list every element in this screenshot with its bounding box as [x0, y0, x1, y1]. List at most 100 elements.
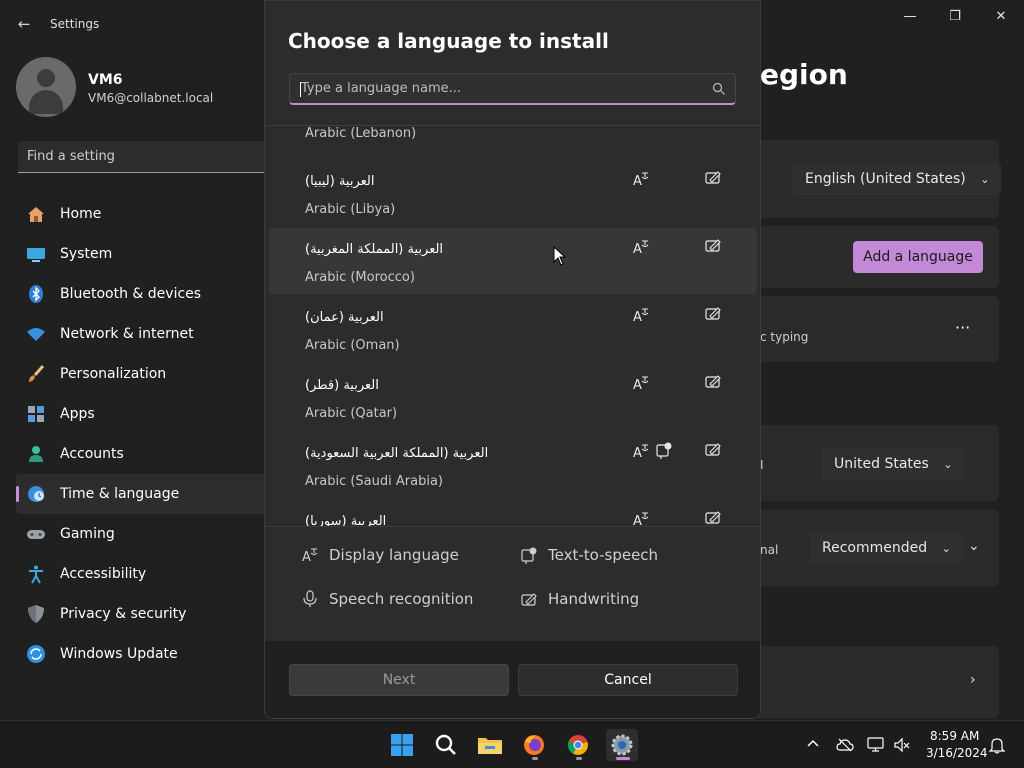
language-native-name: العربية (سوريا): [305, 514, 387, 526]
sidebar-item-windows-update[interactable]: Windows Update: [16, 634, 266, 674]
windows-start-icon[interactable]: [386, 729, 418, 761]
microphone-icon: [303, 590, 317, 607]
chevron-right-icon: ›: [970, 672, 976, 688]
sidebar-item-label: Privacy & security: [60, 606, 187, 622]
sidebar-item-time-language[interactable]: Time & language: [16, 474, 266, 514]
sidebar-item-network[interactable]: Network & internet: [16, 314, 266, 354]
display-language-icon: A: [633, 512, 649, 526]
sidebar-item-label: Home: [60, 206, 102, 222]
select-value: United States: [834, 456, 929, 472]
sidebar-item-label: Apps: [60, 406, 95, 422]
next-button[interactable]: Next: [289, 664, 509, 696]
list-item[interactable]: العربية (عمان) Arabic (Oman) A: [269, 296, 757, 362]
language-native-name: العربية (ليبيا): [305, 174, 375, 189]
user-name: VM6: [88, 72, 123, 88]
shield-icon: [26, 604, 46, 624]
sidebar-item-accounts[interactable]: Accounts: [16, 434, 266, 474]
legend-label: Speech recognition: [329, 590, 474, 608]
dialog-title: Choose a language to install: [288, 29, 609, 53]
sidebar-item-label: System: [60, 246, 113, 262]
sidebar-item-gaming[interactable]: Gaming: [16, 514, 266, 554]
cancel-button[interactable]: Cancel: [518, 664, 738, 696]
chevron-up-icon[interactable]: [805, 736, 823, 754]
more-options-button[interactable]: ···: [955, 318, 970, 337]
person-icon: [26, 444, 46, 464]
language-english-name: Arabic (Oman): [305, 338, 400, 353]
language-list[interactable]: Arabic (Lebanon) العربية (ليبيا) Arabic …: [265, 126, 760, 526]
home-icon: [26, 204, 46, 224]
language-english-name: Arabic (Morocco): [305, 270, 415, 285]
expand-chevron-icon[interactable]: ⌄: [968, 538, 980, 554]
list-item-partial[interactable]: Arabic (Lebanon): [305, 126, 416, 141]
display-language-icon: A: [633, 240, 649, 256]
language-english-name: Arabic (Libya): [305, 202, 396, 217]
volume-muted-icon[interactable]: [893, 736, 911, 754]
chevron-down-icon: ⌄: [943, 458, 953, 471]
legend-speech-recognition: Speech recognition: [301, 590, 473, 608]
notification-bell-icon[interactable]: [988, 736, 1006, 754]
related-settings-card[interactable]: [740, 646, 999, 718]
list-item[interactable]: العربية (سوريا) A: [269, 500, 757, 526]
maximize-button[interactable]: ❐: [932, 6, 978, 28]
list-item[interactable]: العربية (ليبيا) Arabic (Libya) A: [269, 160, 757, 226]
regional-label-fragment: nal: [760, 543, 779, 557]
find-setting-input[interactable]: Find a setting: [18, 141, 268, 173]
minimize-button[interactable]: —: [887, 6, 933, 28]
active-indicator: [616, 757, 630, 760]
handwriting-icon: [705, 511, 721, 524]
display-language-icon: A: [633, 172, 649, 188]
legend-label: Text-to-speech: [548, 546, 659, 564]
close-window-button[interactable]: ✕: [978, 6, 1024, 28]
text-to-speech-icon: [521, 547, 537, 564]
svg-text:A: A: [302, 550, 311, 564]
handwriting-icon: [705, 239, 721, 252]
handwriting-icon: [521, 593, 537, 606]
apps-icon: [26, 404, 46, 424]
handwriting-icon: [705, 443, 721, 456]
page-title: egion: [760, 58, 848, 91]
svg-text:A: A: [633, 378, 642, 392]
sidebar-item-home[interactable]: Home: [16, 194, 266, 234]
windows-display-language-select[interactable]: English (United States) ⌄: [793, 163, 1002, 195]
file-explorer-icon[interactable]: [474, 729, 506, 761]
svg-text:A: A: [633, 446, 642, 460]
display-language-icon: A: [633, 444, 649, 460]
sidebar-item-label: Accessibility: [60, 566, 147, 582]
sidebar-item-label: Windows Update: [60, 646, 178, 662]
network-monitor-icon[interactable]: [867, 736, 885, 754]
clock-date[interactable]: 3/16/2024: [926, 746, 988, 760]
paintbrush-icon: [26, 364, 46, 384]
regional-format-select[interactable]: Recommended ⌄: [810, 532, 963, 564]
language-native-name: العربية (المملكة المغربية): [305, 242, 444, 257]
sidebar-item-privacy[interactable]: Privacy & security: [16, 594, 266, 634]
language-search-input[interactable]: Type a language name...: [289, 73, 736, 105]
add-language-button[interactable]: Add a language: [853, 241, 983, 273]
sidebar-item-bluetooth[interactable]: Bluetooth & devices: [16, 274, 266, 314]
country-select[interactable]: United States ⌄: [822, 448, 965, 480]
svg-text:A: A: [633, 174, 642, 188]
chrome-icon[interactable]: [562, 729, 594, 761]
clock-time[interactable]: 8:59 AM: [930, 729, 979, 743]
search-icon[interactable]: [430, 729, 462, 761]
list-item[interactable]: العربية (قطر) Arabic (Qatar) A: [269, 364, 757, 430]
back-arrow-icon[interactable]: ←: [14, 14, 34, 34]
sidebar-item-accessibility[interactable]: Accessibility: [16, 554, 266, 594]
sidebar-item-apps[interactable]: Apps: [16, 394, 266, 434]
list-item[interactable]: العربية (المملكة المغربية) Arabic (Moroc…: [269, 228, 757, 294]
sidebar-item-system[interactable]: System: [16, 234, 266, 274]
language-native-name: العربية (قطر): [305, 378, 379, 393]
sidebar-item-personalization[interactable]: Personalization: [16, 354, 266, 394]
sidebar-nav: Home System Bluetooth & devices Network …: [16, 194, 266, 674]
legend-text-to-speech: Text-to-speech: [520, 546, 658, 564]
onedrive-cloud-icon[interactable]: [836, 736, 854, 754]
list-item[interactable]: العربية (المملكة العربية السعودية) Arabi…: [269, 432, 757, 498]
running-indicator: [576, 757, 582, 760]
search-placeholder: Type a language name...: [301, 81, 462, 96]
accessibility-icon: [26, 564, 46, 584]
sidebar-item-label: Bluetooth & devices: [60, 286, 202, 302]
display-language-icon: A: [633, 376, 649, 392]
settings-gear-icon[interactable]: [606, 729, 638, 761]
user-email: VM6@collabnet.local: [88, 91, 214, 105]
firefox-icon[interactable]: [518, 729, 550, 761]
sidebar-item-label: Accounts: [60, 446, 124, 462]
